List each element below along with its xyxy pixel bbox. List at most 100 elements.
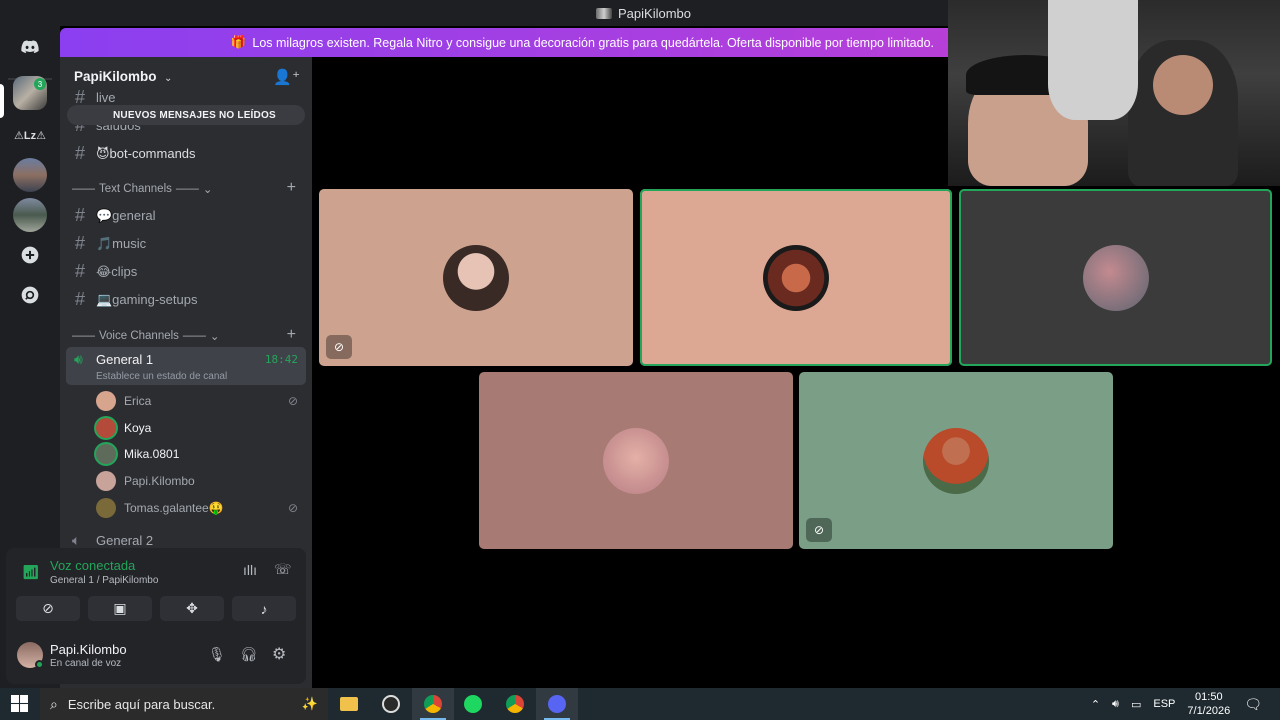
- noise-suppression-icon[interactable]: ıllı: [243, 562, 257, 578]
- signal-icon[interactable]: 📶︎: [22, 564, 40, 581]
- add-text-channel-icon[interactable]: +: [287, 179, 296, 197]
- hash-icon: #: [74, 261, 85, 281]
- category-voice-channels[interactable]: —— Voice Channels —— ⌄: [72, 329, 220, 343]
- face-shape: [1153, 55, 1213, 115]
- volume-icon[interactable]: 🔊︎: [1112, 698, 1119, 711]
- muted-mic-icon: ⊘: [806, 518, 832, 542]
- chrome-icon[interactable]: [494, 688, 536, 720]
- discover-icon[interactable]: [13, 278, 47, 312]
- person-shape: [1048, 0, 1138, 120]
- server-lz[interactable]: ⚠Lz⚠: [13, 118, 47, 152]
- voice-channel-general-2[interactable]: 🔈︎ General 2: [72, 532, 153, 549]
- channel-bot-commands[interactable]: # 😈bot-commands: [72, 143, 196, 164]
- guild-name: PapiKilombo: [74, 69, 157, 84]
- headphones-icon[interactable]: 🎧︎: [240, 646, 258, 663]
- channel-name: 😂clips: [96, 263, 138, 279]
- gift-icon: 🎁: [230, 35, 247, 49]
- clock[interactable]: 01:50 7/1/2026: [1187, 690, 1230, 718]
- voice-user-mika[interactable]: Mika.0801: [96, 444, 179, 464]
- voice-user-koya[interactable]: Koya: [96, 418, 151, 438]
- server-icon-4[interactable]: [13, 198, 47, 232]
- selected-server-indicator: [0, 84, 4, 118]
- taskbar-search[interactable]: ⌕ Escribe aquí para buscar. ✨: [40, 688, 328, 720]
- voice-user-tomas[interactable]: Tomas.galantee🤑: [96, 498, 224, 518]
- discord-taskbar-icon[interactable]: [536, 688, 578, 720]
- channel-clips[interactable]: # 😂clips: [72, 261, 137, 282]
- voice-duration: 18:42: [264, 353, 298, 366]
- server-icon-3[interactable]: [13, 158, 47, 192]
- discord-home-icon[interactable]: [13, 30, 47, 64]
- chevron-down-icon: ⌄: [163, 73, 173, 84]
- avatar: [1082, 244, 1149, 311]
- video-tile-papi-kilombo[interactable]: [479, 372, 793, 549]
- category-text-channels[interactable]: —— Text Channels —— ⌄: [72, 182, 213, 196]
- category-dash: ——: [72, 183, 95, 195]
- avatar: [443, 244, 509, 311]
- hash-icon: #: [74, 205, 85, 225]
- voice-user-name: Koya: [124, 421, 152, 435]
- channel-name: 😈bot-commands: [96, 145, 196, 161]
- discord-window: PapiKilombo 3 ⚠Lz⚠ 🎁 Los milagros existe…: [0, 0, 1280, 688]
- voice-user-name: Papi.Kilombo: [124, 474, 195, 488]
- clock-date: 7/1/2026: [1187, 705, 1231, 717]
- spotify-icon[interactable]: [452, 688, 494, 720]
- video-tile-mika[interactable]: [959, 189, 1272, 366]
- nitro-promo-banner[interactable]: 🎁 Los milagros existen. Regala Nitro y c…: [60, 28, 948, 57]
- avatar: [96, 418, 116, 438]
- voice-user-papi-kilombo[interactable]: Papi.Kilombo: [96, 471, 195, 491]
- channel-name: 💻gaming-setups: [96, 291, 198, 307]
- muted-mic-icon: ⊘: [326, 335, 352, 359]
- channel-name: 🎵music: [96, 235, 147, 251]
- category-label: Text Channels: [99, 183, 172, 195]
- chevron-down-icon: ⌄: [209, 331, 220, 343]
- voice-connected-status[interactable]: Voz conectada: [50, 558, 135, 573]
- language-indicator[interactable]: ESP: [1153, 698, 1175, 710]
- avatar: [603, 427, 669, 494]
- voice-user-name: Tomas.galantee🤑: [124, 501, 224, 515]
- category-label: Voice Channels: [99, 330, 179, 342]
- disconnect-icon[interactable]: ☏: [274, 561, 292, 578]
- avatar: [763, 244, 829, 311]
- channel-gaming-setups[interactable]: # 💻gaming-setups: [72, 289, 197, 310]
- new-unread-messages-pill[interactable]: NUEVOS MENSAJES NO LEÍDOS: [67, 105, 305, 125]
- video-tile-tomas[interactable]: ⊘: [799, 372, 1113, 549]
- channel-status-placeholder[interactable]: Establece un estado de canal: [96, 371, 227, 382]
- unread-pill-label: NUEVOS MENSAJES NO LEÍDOS: [113, 109, 276, 121]
- screen-share-button[interactable]: ▣: [88, 596, 152, 621]
- user-status: En canal de voz: [50, 658, 122, 669]
- online-status-dot: [35, 660, 44, 669]
- soundboard-button[interactable]: ♪: [232, 596, 296, 621]
- file-explorer-icon[interactable]: [328, 688, 370, 720]
- channel-general[interactable]: # 💬general: [72, 205, 156, 226]
- guild-name-wrap: PapiKilombo ⌄: [74, 68, 172, 86]
- avatar: [96, 391, 116, 411]
- hash-icon: #: [74, 289, 85, 309]
- voice-channel-name: General 2: [96, 533, 154, 548]
- windows-start-icon[interactable]: [11, 695, 28, 717]
- video-tile-erica[interactable]: ⊘: [319, 189, 633, 366]
- obs-icon[interactable]: [370, 688, 412, 720]
- server-lz-label: ⚠Lz⚠: [14, 129, 46, 142]
- notifications-icon[interactable]: 🗨︎: [1244, 696, 1262, 713]
- add-server-icon[interactable]: [13, 238, 47, 272]
- search-icon: ⌕: [50, 695, 58, 712]
- video-tile-koya[interactable]: [640, 189, 952, 366]
- chrome-icon[interactable]: [412, 688, 454, 720]
- muted-mic-icon: ⊘: [287, 394, 298, 408]
- voice-location[interactable]: General 1 / PapiKilombo: [50, 575, 158, 586]
- voice-badge: 3: [34, 78, 46, 90]
- banner-text: Los milagros existen. Regala Nitro y con…: [252, 35, 934, 50]
- add-voice-channel-icon[interactable]: +: [287, 326, 296, 344]
- chevron-up-icon[interactable]: ⌃: [1091, 698, 1100, 711]
- microphone-icon[interactable]: 🎙︎: [208, 646, 226, 663]
- gear-icon[interactable]: ⚙: [272, 644, 286, 664]
- camera-button[interactable]: ⊘: [16, 596, 80, 621]
- invite-people-icon[interactable]: 👤⁺: [273, 68, 300, 86]
- user-name[interactable]: Papi.Kilombo: [50, 642, 127, 657]
- activities-button[interactable]: ✥: [160, 596, 224, 621]
- network-icon[interactable]: ▭: [1131, 698, 1141, 711]
- voice-user-erica[interactable]: Erica: [96, 391, 151, 411]
- channel-music[interactable]: # 🎵music: [72, 233, 146, 254]
- voice-channel-general-1[interactable]: 🔊︎ General 1 18:42 Establece un estado d…: [66, 347, 306, 385]
- screen-share-icon: ▣: [113, 600, 127, 616]
